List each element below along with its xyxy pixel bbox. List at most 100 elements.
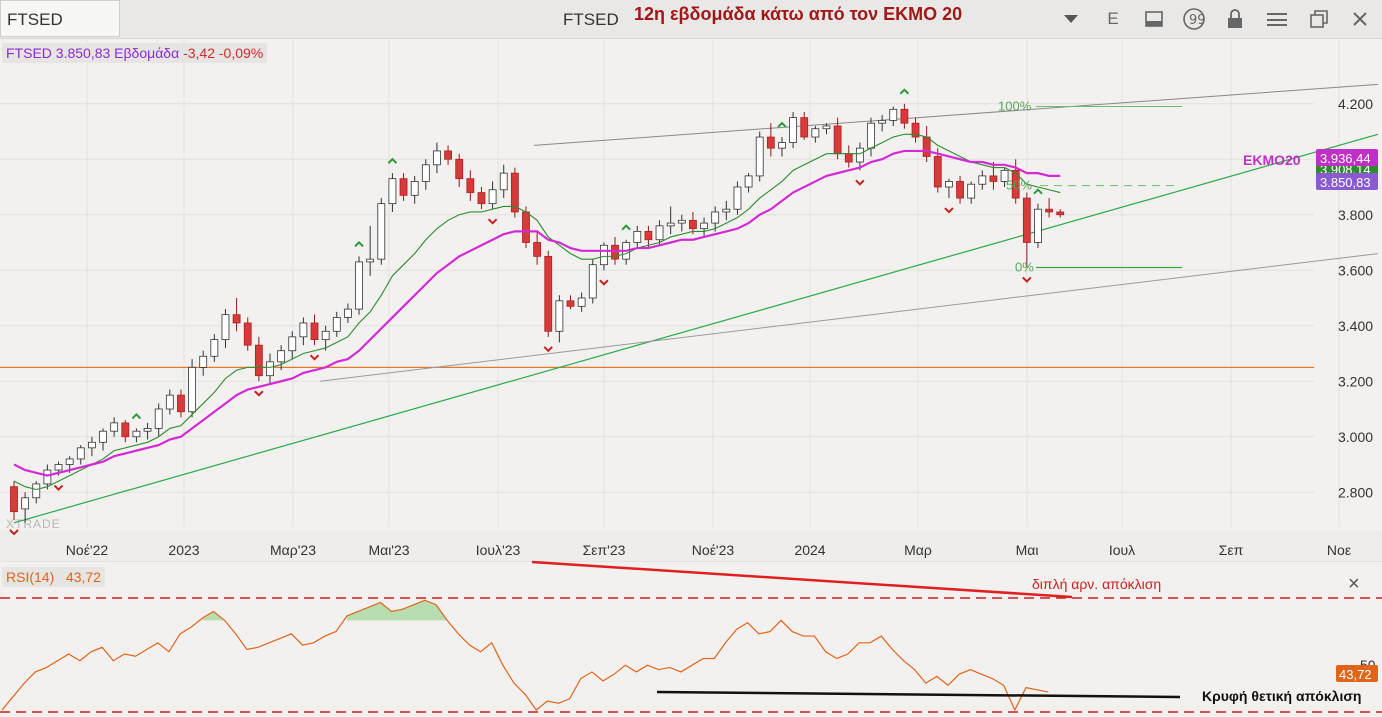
candle-body <box>421 164 430 182</box>
candle-body <box>221 314 230 341</box>
candle-body <box>744 175 753 188</box>
candle-body <box>933 156 942 188</box>
y-tick-label: 2.800 <box>1338 484 1373 500</box>
x-tick-label: Σεπ'23 <box>583 542 626 558</box>
candle-body <box>956 181 964 199</box>
candle-body <box>700 222 708 230</box>
ema20-label: ΕΚΜΟ20 <box>1243 152 1301 168</box>
candle-body <box>232 314 241 324</box>
x-tick-label: Νοε <box>1327 542 1351 558</box>
candle-body <box>154 408 163 429</box>
candle-body <box>199 355 208 368</box>
candle-body <box>989 175 998 182</box>
candle-body <box>455 158 464 180</box>
candle-body <box>65 458 74 465</box>
candle-body <box>611 244 619 260</box>
candle-body <box>822 125 831 130</box>
x-tick-label: Ιουλ <box>1109 542 1135 558</box>
candle-body <box>755 136 764 177</box>
x-tick-label: Σεπ <box>1219 542 1244 558</box>
candle-body <box>1056 211 1065 216</box>
candle-body <box>855 147 864 163</box>
fib-0-label: 0% <box>1015 259 1034 274</box>
candle-body <box>332 317 341 332</box>
candle-body <box>277 350 286 363</box>
candle-body <box>288 336 297 352</box>
legend-change: -3,42 -0,09% <box>183 45 264 61</box>
candle-body <box>544 255 553 332</box>
y-tick-label: 3.200 <box>1338 373 1373 389</box>
candle-body <box>633 230 642 243</box>
candle-body <box>477 192 486 205</box>
candle-body <box>711 211 720 224</box>
candle-body <box>978 175 987 185</box>
candle-body <box>689 219 697 230</box>
candle-body <box>76 447 85 460</box>
candle-body <box>165 394 174 410</box>
candle-body <box>844 153 853 163</box>
candle-body <box>566 300 575 307</box>
candle-body <box>677 219 686 224</box>
candle-body <box>922 136 931 157</box>
candle-body <box>766 136 775 149</box>
candle-body <box>177 394 185 413</box>
candle-body <box>343 308 352 318</box>
candle-body <box>789 117 797 144</box>
candle-body <box>867 122 875 149</box>
candle-body <box>778 142 786 149</box>
candle-body <box>878 120 887 124</box>
y-tick-label: 3.400 <box>1338 318 1373 334</box>
candle-body <box>310 322 319 341</box>
candle-body <box>722 208 731 213</box>
x-tick-label: 2023 <box>168 542 199 558</box>
price-chart[interactable]: Νοέ'22 2023 Μαρ'23 Μαι'23 Ιουλ'23 Σεπ'23 Νοέ'2… <box>0 0 1382 717</box>
negative-divergence-label: διπλή αρν. απόκλιση <box>1032 576 1161 592</box>
candle-body <box>466 178 475 193</box>
candle-body <box>1034 208 1042 243</box>
y-tick-label: 4.200 <box>1338 96 1373 112</box>
y-tick-label: 3.800 <box>1338 207 1373 223</box>
candle-body <box>54 464 63 471</box>
candle-body <box>132 430 141 438</box>
candle-body <box>588 264 597 299</box>
candle-body <box>355 261 363 310</box>
x-tick-label: Μαρ'23 <box>270 542 316 558</box>
rsi-value: 43,72 <box>65 569 101 585</box>
candle-body <box>733 186 742 210</box>
candle-body <box>499 172 508 191</box>
candle-body <box>900 108 909 124</box>
x-tick-label: Μαρ <box>904 542 932 558</box>
candle-body <box>43 469 52 485</box>
rsi-close-icon[interactable]: × <box>1348 573 1360 596</box>
candle-body <box>377 203 386 260</box>
x-tick-label: Μαι <box>1016 542 1039 558</box>
candle-body <box>1045 208 1053 213</box>
candle-body <box>188 366 196 413</box>
candle-body <box>99 430 107 443</box>
legend-label: FTSED 3.850,83 Εβδομάδα <box>6 45 180 61</box>
candle-body <box>410 181 419 196</box>
candle-body <box>967 183 976 199</box>
candle-body <box>88 441 96 449</box>
price-legend: FTSED 3.850,83 Εβδομάδα -3,42 -0,09% <box>2 43 268 63</box>
candle-body <box>488 189 497 205</box>
candle-body <box>433 150 441 166</box>
candle-body <box>599 244 608 266</box>
fib-50-label: 50% <box>1006 178 1032 193</box>
candle-body <box>945 181 953 188</box>
candle-body <box>644 230 653 241</box>
candle-body <box>833 125 842 155</box>
x-tick-label: Νοέ'23 <box>692 542 735 558</box>
candle-body <box>254 344 263 377</box>
candle-body <box>243 322 252 346</box>
candle-body <box>266 361 274 377</box>
x-tick-label: Ιουλ'23 <box>476 542 521 558</box>
candle-body <box>522 211 530 243</box>
y-tick-label: 3.600 <box>1338 262 1373 278</box>
rsi-label: RSI(14) <box>6 569 55 585</box>
candle-body <box>121 422 130 438</box>
candle-body <box>555 300 564 332</box>
candle-body <box>399 178 408 196</box>
candle-body <box>800 117 809 138</box>
candle-body <box>666 222 675 227</box>
